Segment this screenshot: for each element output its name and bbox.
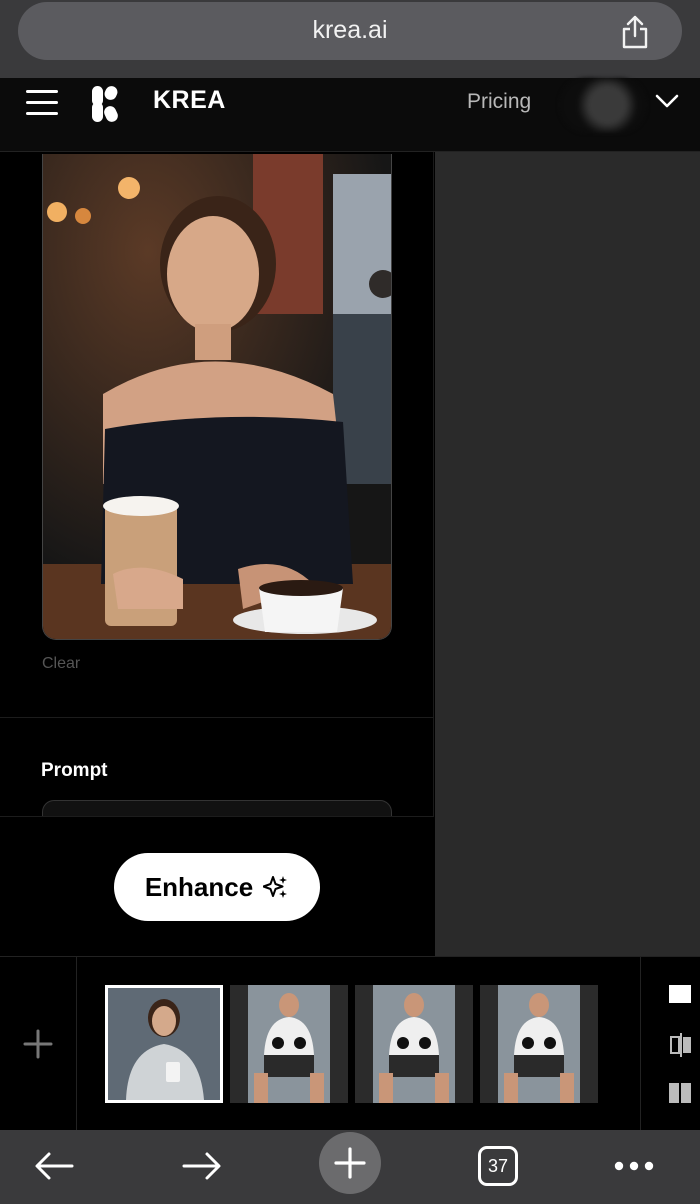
brand-name[interactable]: KREA — [153, 86, 226, 115]
browser-top-bar: krea.ai — [0, 0, 700, 78]
sparkle-icon — [263, 876, 288, 898]
portrait-photo — [43, 154, 391, 639]
divider — [0, 717, 434, 718]
compare-view-icon[interactable] — [669, 1033, 693, 1057]
arrow-right-icon — [182, 1152, 221, 1180]
thumbnail-item[interactable] — [480, 985, 598, 1103]
thumbnail-woman-image — [108, 988, 220, 1100]
arrow-left-icon — [35, 1152, 74, 1180]
pricing-link[interactable]: Pricing — [467, 90, 531, 114]
share-icon[interactable] — [620, 14, 650, 50]
thumbnail-item[interactable] — [355, 985, 473, 1103]
enhance-footer: Enhance — [0, 816, 434, 956]
new-tab-button[interactable] — [319, 1132, 381, 1194]
plus-icon — [23, 1029, 53, 1059]
chevron-down-icon[interactable] — [654, 92, 680, 110]
thumbnail-man-image — [230, 985, 348, 1103]
source-image[interactable] — [42, 154, 392, 640]
prompt-input[interactable] — [42, 800, 392, 816]
avatar[interactable] — [560, 78, 646, 132]
back-button[interactable] — [30, 1138, 78, 1194]
thumbnail-item[interactable] — [105, 985, 223, 1103]
plus-icon — [334, 1147, 366, 1179]
single-view-icon[interactable] — [669, 985, 691, 1003]
address-bar[interactable]: krea.ai — [18, 2, 682, 60]
browser-bottom-toolbar: 37 — [0, 1130, 700, 1204]
split-view-icon[interactable] — [669, 1083, 691, 1103]
krea-logo-icon[interactable] — [90, 84, 120, 124]
thumbnail-man-image — [355, 985, 473, 1103]
hamburger-menu-icon[interactable] — [26, 90, 58, 116]
more-icon — [614, 1161, 654, 1171]
add-image-button[interactable] — [0, 957, 77, 1131]
tab-switcher-button[interactable]: 37 — [478, 1138, 518, 1194]
clear-button[interactable]: Clear — [42, 655, 80, 673]
more-menu-button[interactable] — [612, 1138, 656, 1194]
enhance-label: Enhance — [144, 871, 254, 902]
thumbnail-item[interactable] — [230, 985, 348, 1103]
url-text: krea.ai — [312, 16, 388, 44]
forward-button[interactable] — [178, 1138, 226, 1194]
prompt-label: Prompt — [41, 760, 108, 781]
thumbnail-man-image — [480, 985, 598, 1103]
site-header: KREA Pricing — [0, 78, 700, 152]
output-canvas[interactable] — [435, 152, 700, 956]
editor-panel: Clear Prompt Enhance — [0, 152, 434, 956]
thumbnail-strip — [0, 956, 700, 1131]
tab-count: 37 — [478, 1146, 518, 1186]
layout-controls — [640, 957, 700, 1131]
enhance-button[interactable]: Enhance — [114, 853, 320, 921]
